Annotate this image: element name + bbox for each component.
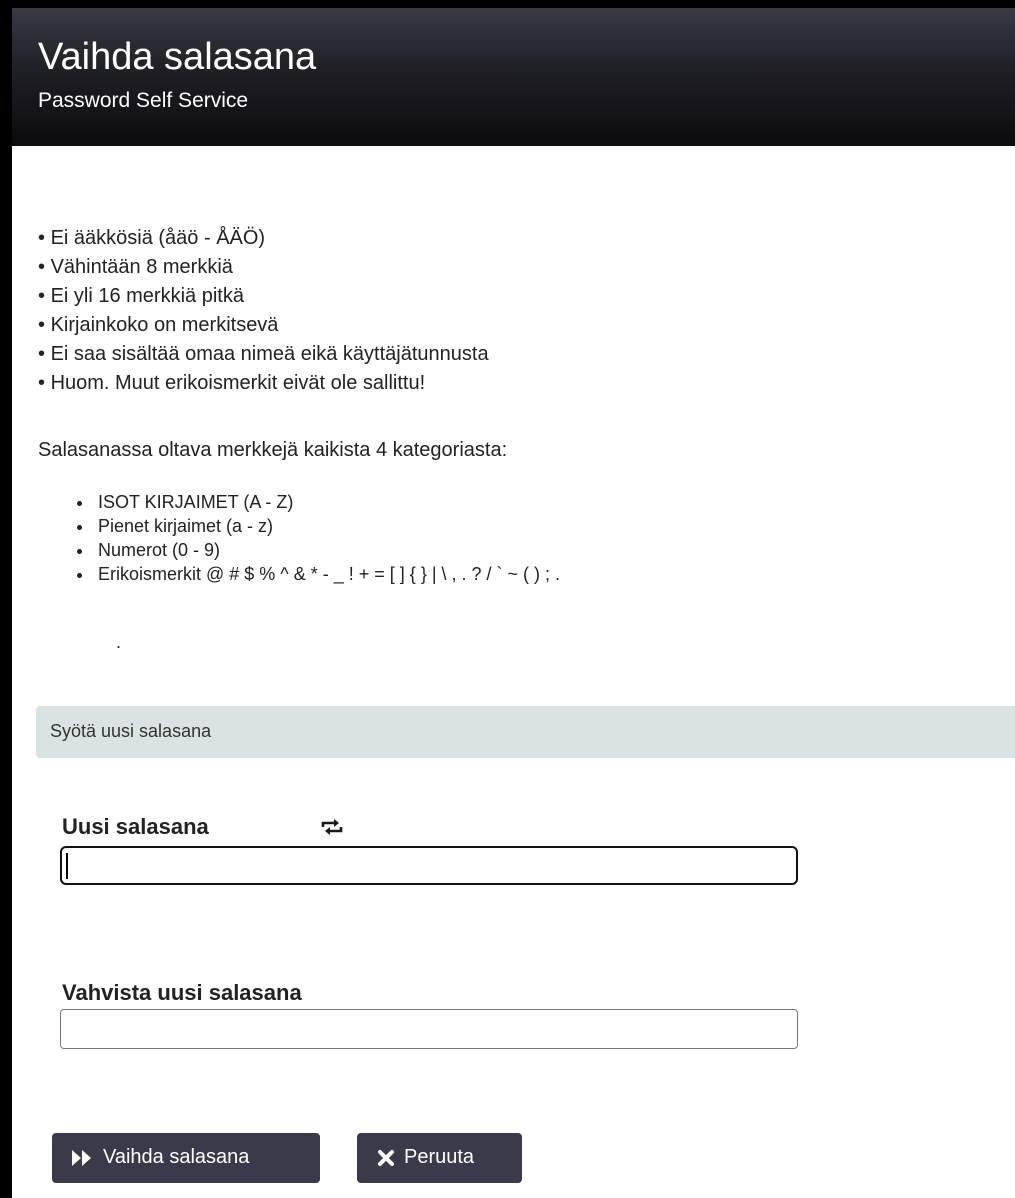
confirm-password-input[interactable] [60,1009,798,1049]
rule-item: Kirjainkoko on merkitsevä [38,311,489,340]
category-item: Erikoismerkit @ # $ % ^ & * - _ ! + = [ … [94,562,560,586]
page-title: Vaihda salasana [38,36,317,78]
new-password-label: Uusi salasana [62,814,209,839]
section-title: Syötä uusi salasana [50,721,212,741]
trailing-dot: . [116,632,122,652]
rule-item: Huom. Muut erikoismerkit eivät ole salli… [38,369,489,398]
confirm-password-label: Vahvista uusi salasana [62,980,302,1005]
page-header: Vaihda salasana Password Self Service [12,8,1015,146]
cancel-button[interactable]: Peruuta [357,1133,522,1183]
rule-item: Vähintään 8 merkkiä [38,253,489,282]
new-password-input[interactable] [60,846,798,885]
category-item: Numerot (0 - 9) [94,538,560,562]
cancel-button-label: Peruuta [404,1146,475,1168]
text-caret [66,853,68,879]
rule-item: Ei yli 16 merkkiä pitkä [38,282,489,311]
refresh-icon[interactable] [320,816,344,838]
categories-list: ISOT KIRJAIMET (A - Z) Pienet kirjaimet … [70,490,560,586]
change-password-button-label: Vaihda salasana [103,1146,250,1168]
close-icon [377,1149,395,1173]
section-header: Syötä uusi salasana [36,706,1015,758]
window-frame-top [0,0,1015,8]
page-subtitle: Password Self Service [38,89,249,112]
rule-item: Ei saa sisältää omaa nimeä eikä käyttäjä… [38,340,489,369]
rule-item: Ei ääkkösiä (åäö - ÅÄÖ) [38,224,489,253]
change-password-button[interactable]: Vaihda salasana [52,1133,320,1183]
fast-forward-icon [71,1149,93,1173]
category-item: Pienet kirjaimet (a - z) [94,514,560,538]
categories-intro: Salasanassa oltava merkkejä kaikista 4 k… [38,439,508,461]
password-rules-list: Ei ääkkösiä (åäö - ÅÄÖ) Vähintään 8 merk… [38,224,489,398]
window-frame-left [0,0,12,1198]
category-item: ISOT KIRJAIMET (A - Z) [94,490,560,514]
